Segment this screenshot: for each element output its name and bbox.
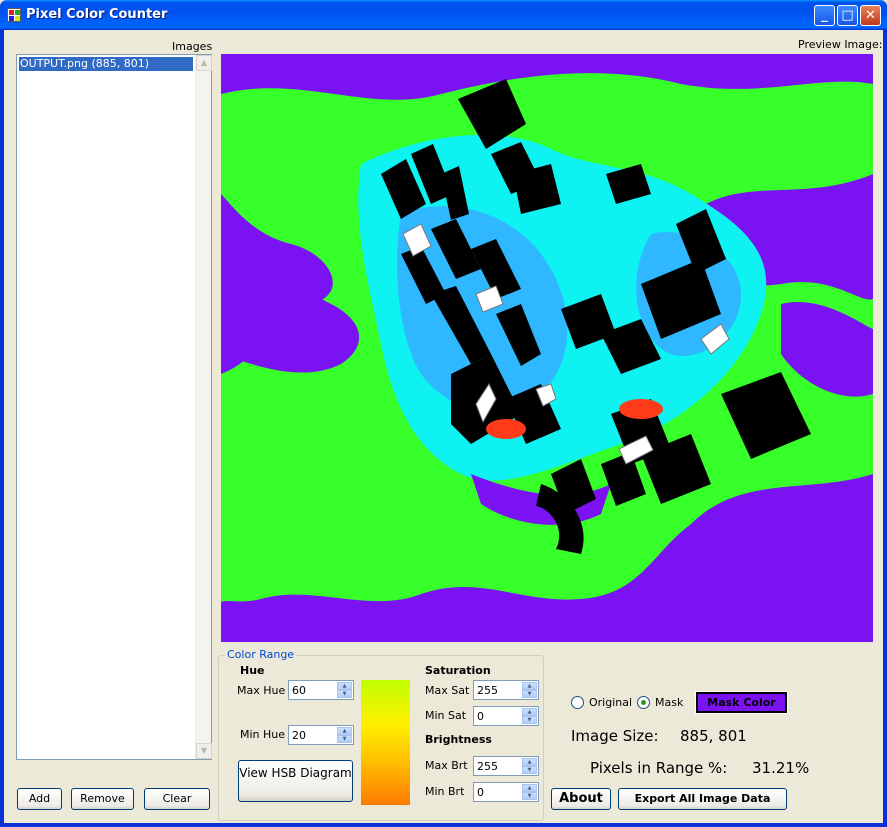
arrow-down-icon[interactable]: ▼: [337, 735, 352, 743]
list-item[interactable]: OUTPUT.png (885, 801): [19, 57, 193, 71]
brightness-heading: Brightness: [425, 733, 492, 746]
preview-image: [221, 54, 873, 642]
max-sat-value: 255: [477, 684, 498, 697]
arrow-up-icon[interactable]: ▲: [522, 682, 537, 690]
arrow-down-icon[interactable]: ▼: [522, 792, 537, 800]
view-hsb-diagram-button[interactable]: View HSB Diagram: [238, 760, 353, 802]
arrow-down-icon[interactable]: ▼: [522, 716, 537, 724]
max-hue-value: 60: [292, 684, 306, 697]
max-hue-stepper[interactable]: 60 ▲ ▼: [288, 680, 354, 700]
min-sat-stepper[interactable]: 0 ▲ ▼: [473, 706, 539, 726]
original-radio[interactable]: [571, 696, 584, 709]
original-label: Original: [589, 696, 633, 709]
client-area: Images OUTPUT.png (885, 801) ▲ ▼ Add Rem…: [4, 30, 883, 823]
scroll-down-icon[interactable]: ▼: [196, 743, 212, 759]
hue-heading: Hue: [240, 664, 265, 677]
app-window: Pixel Color Counter _ □ ✕ Images OUTPUT.…: [0, 0, 887, 827]
arrow-up-icon[interactable]: ▲: [337, 682, 352, 690]
mask-label: Mask: [655, 696, 684, 709]
preview-mask-image: [221, 54, 873, 642]
image-size-label: Image Size:: [571, 727, 659, 745]
arrow-up-icon[interactable]: ▲: [522, 784, 537, 792]
window-title: Pixel Color Counter: [26, 7, 168, 22]
mask-radio[interactable]: [637, 696, 650, 709]
minimize-button[interactable]: _: [814, 5, 835, 26]
arrow-up-icon[interactable]: ▲: [337, 727, 352, 735]
min-brt-value: 0: [477, 786, 484, 799]
min-sat-value: 0: [477, 710, 484, 723]
images-label: Images: [172, 40, 213, 53]
min-sat-label: Min Sat: [425, 709, 467, 722]
min-hue-label: Min Hue: [240, 728, 286, 741]
min-brt-stepper[interactable]: 0 ▲ ▼: [473, 782, 539, 802]
app-icon: [7, 8, 21, 22]
arrow-up-icon[interactable]: ▲: [522, 708, 537, 716]
max-sat-stepper[interactable]: 255 ▲ ▼: [473, 680, 539, 700]
scroll-up-icon[interactable]: ▲: [196, 55, 212, 71]
add-button[interactable]: Add: [17, 788, 62, 810]
min-brt-label: Min Brt: [425, 785, 465, 798]
preview-label: Preview Image:: [798, 38, 883, 51]
saturation-heading: Saturation: [425, 664, 491, 677]
pixels-in-range-label: Pixels in Range %:: [590, 759, 728, 777]
arrow-down-icon[interactable]: ▼: [522, 766, 537, 774]
maximize-button[interactable]: □: [837, 5, 858, 26]
color-range-title: Color Range: [225, 648, 297, 661]
images-listbox[interactable]: OUTPUT.png (885, 801) ▲ ▼: [16, 54, 212, 760]
list-scrollbar[interactable]: ▲ ▼: [195, 55, 212, 759]
min-hue-value: 20: [292, 729, 306, 742]
about-button[interactable]: About: [551, 788, 611, 810]
max-brt-value: 255: [477, 760, 498, 773]
pixels-in-range-value: 31.21%: [752, 759, 810, 777]
mask-color-button[interactable]: Mask Color: [695, 691, 788, 714]
arrow-up-icon[interactable]: ▲: [522, 758, 537, 766]
export-all-image-data-button[interactable]: Export All Image Data: [618, 788, 787, 810]
min-hue-stepper[interactable]: 20 ▲ ▼: [288, 725, 354, 745]
title-bar[interactable]: Pixel Color Counter _ □ ✕: [0, 0, 887, 30]
max-brt-label: Max Brt: [425, 759, 468, 772]
image-size-value: 885, 801: [680, 727, 747, 745]
max-sat-label: Max Sat: [425, 684, 470, 697]
remove-button[interactable]: Remove: [71, 788, 134, 810]
clear-button[interactable]: Clear: [144, 788, 210, 810]
max-brt-stepper[interactable]: 255 ▲ ▼: [473, 756, 539, 776]
hue-gradient-bar: [361, 680, 410, 805]
arrow-down-icon[interactable]: ▼: [337, 690, 352, 698]
close-button[interactable]: ✕: [860, 5, 881, 26]
max-hue-label: Max Hue: [237, 684, 286, 697]
arrow-down-icon[interactable]: ▼: [522, 690, 537, 698]
